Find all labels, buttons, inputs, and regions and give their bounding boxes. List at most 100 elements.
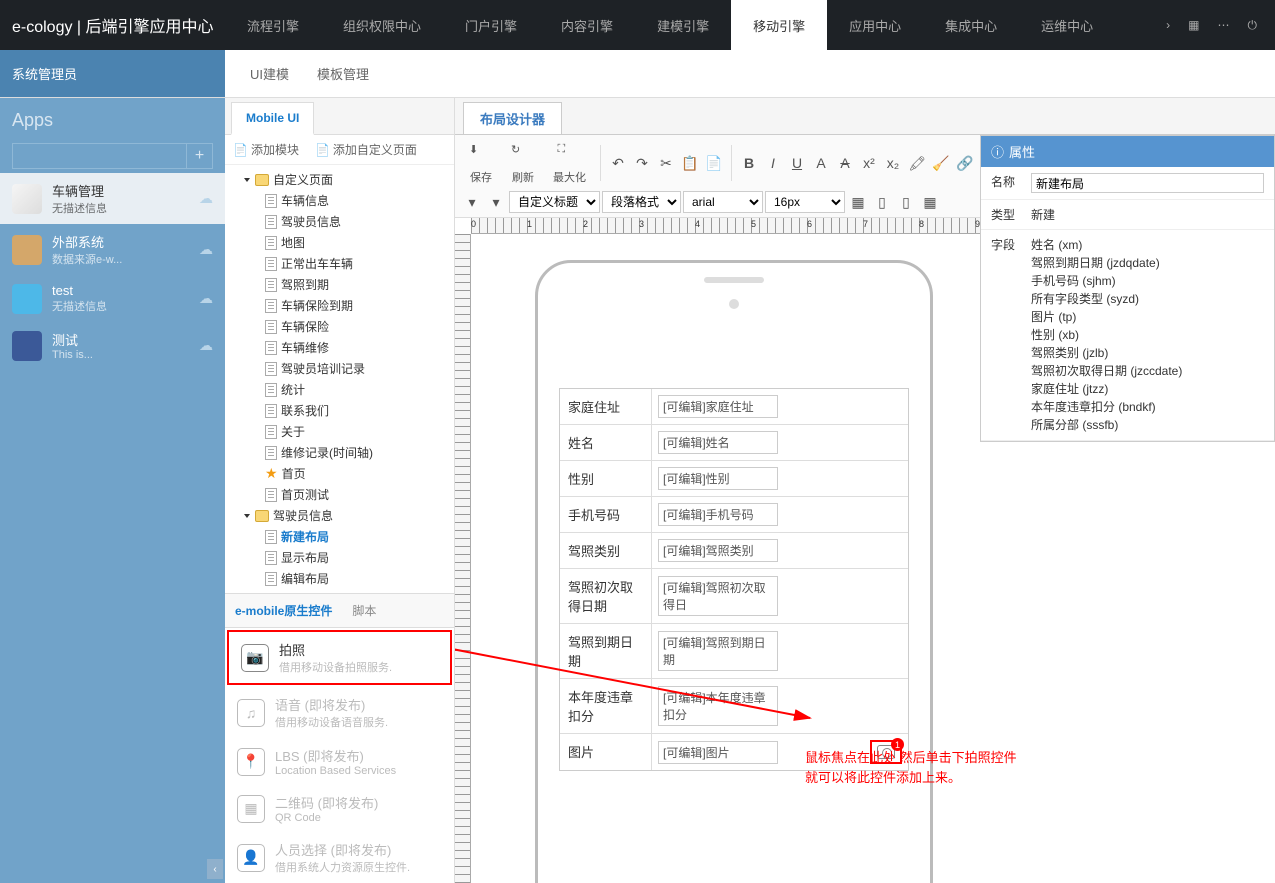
- form-input[interactable]: [可编辑]家庭住址: [658, 395, 778, 418]
- form-input[interactable]: [可编辑]驾照到期日期: [658, 631, 778, 671]
- subnav-ui-model[interactable]: UI建模: [250, 64, 289, 83]
- field-item[interactable]: 驾照到期日期 (jzdqdate): [1031, 254, 1264, 272]
- tb-d-icon[interactable]: ▦: [919, 191, 941, 213]
- para-select[interactable]: 段落格式: [602, 191, 681, 213]
- tree-node[interactable]: 驾驶员信息: [225, 505, 454, 526]
- clear-format-icon[interactable]: 🧹: [930, 152, 952, 174]
- topnav-item[interactable]: 应用中心: [827, 0, 923, 50]
- size-select[interactable]: 16px: [765, 191, 845, 213]
- field-item[interactable]: 本年度违章扣分 (bndkf): [1031, 398, 1264, 416]
- tree-node[interactable]: 首页测试: [225, 484, 454, 505]
- field-item[interactable]: 手机号码 (sjhm): [1031, 272, 1264, 290]
- control-item[interactable]: ♫语音 (即将发布)借用移动设备语音服务.: [225, 687, 454, 738]
- field-item[interactable]: 所属分部 (sssfb): [1031, 416, 1264, 434]
- mobile-ui-tab[interactable]: Mobile UI: [231, 102, 314, 135]
- t2-icon[interactable]: ▾: [485, 191, 507, 213]
- tree-node[interactable]: 正常出车车辆: [225, 253, 454, 274]
- control-item[interactable]: ▦二维码 (即将发布)QR Code: [225, 785, 454, 832]
- field-item[interactable]: 所有字段类型 (syzd): [1031, 290, 1264, 308]
- form-input[interactable]: [可编辑]性别: [658, 467, 778, 490]
- tree-node[interactable]: 显示布局: [225, 547, 454, 568]
- subscript-icon[interactable]: x₂: [882, 152, 904, 174]
- collapse-sidebar-icon[interactable]: ‹: [207, 859, 223, 879]
- chevron-right-icon[interactable]: ›: [1166, 18, 1170, 32]
- font-color-icon[interactable]: A: [810, 152, 832, 174]
- form-input[interactable]: [可编辑]驾照类别: [658, 539, 778, 562]
- field-item[interactable]: 驾照类别 (jzlb): [1031, 344, 1264, 362]
- font-select[interactable]: arial: [683, 191, 763, 213]
- add-app-input[interactable]: +: [12, 143, 213, 169]
- refresh-button[interactable]: ↻刷新: [503, 139, 543, 187]
- tree-node[interactable]: 统计: [225, 379, 454, 400]
- tb-c-icon[interactable]: ▯: [895, 191, 917, 213]
- subnav-template[interactable]: 模板管理: [317, 64, 369, 83]
- topnav-item[interactable]: 内容引擎: [539, 0, 635, 50]
- control-item[interactable]: 📍LBS (即将发布)Location Based Services: [225, 738, 454, 785]
- field-item[interactable]: 姓名 (xm): [1031, 236, 1264, 254]
- undo-icon[interactable]: ↶: [607, 152, 629, 174]
- cut-icon[interactable]: ✂: [655, 152, 677, 174]
- add-custom-page-button[interactable]: 📄 添加自定义页面: [315, 141, 417, 158]
- topnav-item[interactable]: 建模引擎: [635, 0, 731, 50]
- tree-node[interactable]: 自定义页面: [225, 169, 454, 190]
- power-icon[interactable]: ⏻: [1248, 18, 1258, 33]
- bold-icon[interactable]: B: [738, 152, 760, 174]
- tree-node[interactable]: 关于: [225, 421, 454, 442]
- strike-icon[interactable]: A: [834, 152, 856, 174]
- script-tab[interactable]: 脚本: [342, 594, 386, 627]
- highlight-icon[interactable]: 🖍: [906, 152, 928, 174]
- redo-icon[interactable]: ↷: [631, 152, 653, 174]
- tree-node[interactable]: 车辆保险: [225, 316, 454, 337]
- app-item[interactable]: test无描述信息☁: [0, 275, 225, 322]
- underline-icon[interactable]: U: [786, 152, 808, 174]
- tree-node[interactable]: 地图: [225, 232, 454, 253]
- link-icon[interactable]: 🔗: [954, 152, 976, 174]
- more-icon[interactable]: ⋯: [1218, 18, 1230, 32]
- topnav-item[interactable]: 运维中心: [1019, 0, 1115, 50]
- plus-icon[interactable]: +: [186, 144, 212, 168]
- tree-node[interactable]: ★ 首页: [225, 463, 454, 484]
- tb-b-icon[interactable]: ▯: [871, 191, 893, 213]
- italic-icon[interactable]: I: [762, 152, 784, 174]
- form-input[interactable]: [可编辑]手机号码: [658, 503, 778, 526]
- field-item[interactable]: 性别 (xb): [1031, 326, 1264, 344]
- form-input[interactable]: [可编辑]姓名: [658, 431, 778, 454]
- maximize-button[interactable]: ⛶最大化: [545, 139, 594, 187]
- control-item[interactable]: 👤人员选择 (即将发布)借用系统人力资源原生控件.: [225, 832, 454, 883]
- tree-node[interactable]: 车辆保险到期: [225, 295, 454, 316]
- topnav-item[interactable]: 移动引擎: [731, 0, 827, 50]
- paste-icon[interactable]: 📄: [703, 152, 725, 174]
- app-item[interactable]: 车辆管理无描述信息☁: [0, 173, 225, 224]
- tree-node[interactable]: 编辑布局: [225, 568, 454, 589]
- field-item[interactable]: 家庭住址 (jtzz): [1031, 380, 1264, 398]
- control-item[interactable]: 📷拍照借用移动设备拍照服务.: [227, 630, 452, 685]
- topnav-item[interactable]: 集成中心: [923, 0, 1019, 50]
- field-item[interactable]: 驾照初次取得日期 (jzccdate): [1031, 362, 1264, 380]
- tree-node[interactable]: 驾驶员培训记录: [225, 358, 454, 379]
- tree-node[interactable]: 联系我们: [225, 400, 454, 421]
- tree-node[interactable]: 车辆信息: [225, 190, 454, 211]
- form-input[interactable]: [可编辑]图片: [658, 741, 778, 764]
- heading-select[interactable]: 自定义标题: [509, 191, 600, 213]
- app-item[interactable]: 外部系统数据来源e-w...☁: [0, 224, 225, 275]
- app-item[interactable]: 测试This is...☁: [0, 322, 225, 369]
- tree-node[interactable]: 驾驶员信息: [225, 211, 454, 232]
- topnav-item[interactable]: 组织权限中心: [321, 0, 443, 50]
- topnav-item[interactable]: 流程引擎: [225, 0, 321, 50]
- field-item[interactable]: 图片 (tp): [1031, 308, 1264, 326]
- grid-icon[interactable]: ▦: [1188, 18, 1199, 32]
- copy-icon[interactable]: 📋: [679, 152, 701, 174]
- save-button[interactable]: ⬇保存: [461, 139, 501, 187]
- form-input[interactable]: [可编辑]驾照初次取得日: [658, 576, 778, 616]
- superscript-icon[interactable]: x²: [858, 152, 880, 174]
- add-module-button[interactable]: 📄 添加模块: [233, 141, 299, 158]
- form-input[interactable]: [可编辑]本年度违章扣分: [658, 686, 778, 726]
- tree-node[interactable]: 车辆维修: [225, 337, 454, 358]
- layout-designer-tab[interactable]: 布局设计器: [463, 102, 562, 134]
- tree-node[interactable]: 维修记录(时间轴): [225, 442, 454, 463]
- native-controls-tab[interactable]: e-mobile原生控件: [225, 594, 342, 627]
- t1-icon[interactable]: ▾: [461, 191, 483, 213]
- topnav-item[interactable]: 门户引擎: [443, 0, 539, 50]
- prop-name-input[interactable]: [1031, 173, 1264, 193]
- tree-node[interactable]: 新建布局: [225, 526, 454, 547]
